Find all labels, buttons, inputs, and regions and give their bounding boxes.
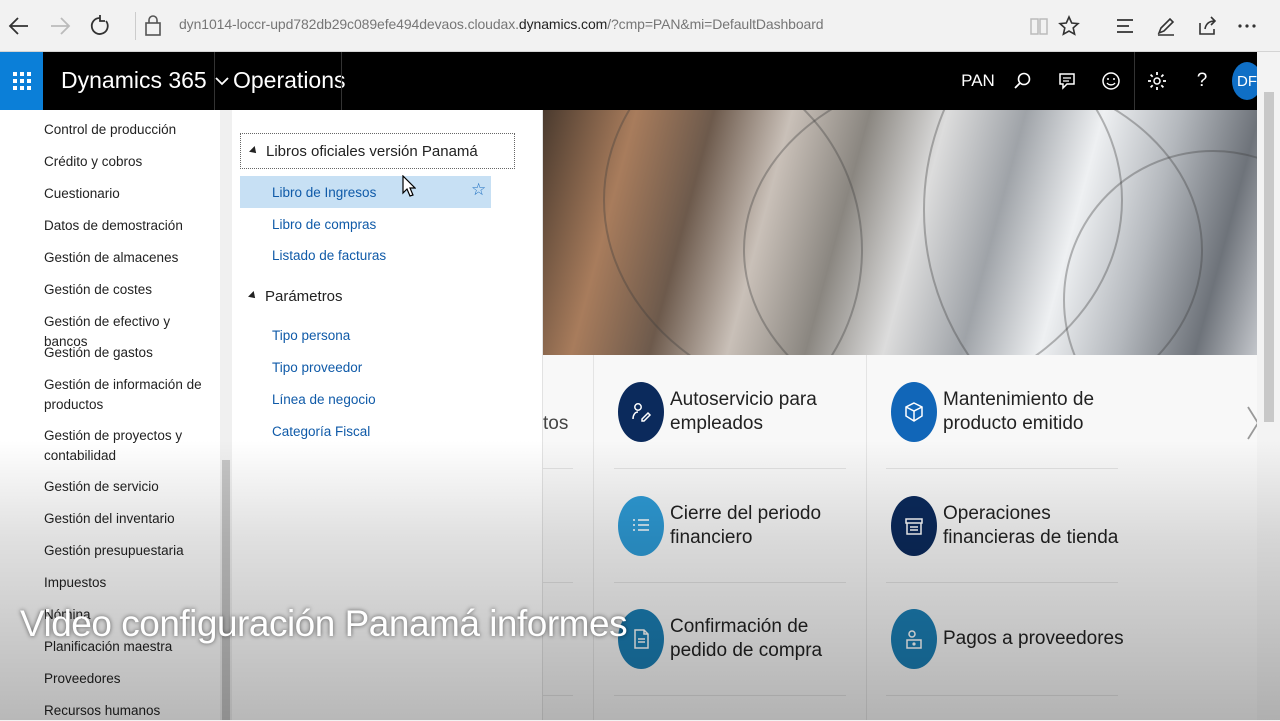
video-caption: Video configuración Panamá informes [20, 603, 628, 644]
list-icon [618, 496, 664, 556]
tile-label: Operaciones financieras de tienda [943, 503, 1119, 548]
link-libro-ingresos[interactable]: Libro de Ingresos [272, 183, 376, 203]
group-libros-oficiales[interactable]: Libros oficiales versión Panamá [240, 133, 515, 169]
url-domain: dynamics.com [518, 16, 608, 32]
tile-rule [543, 582, 573, 583]
page-scrollbar[interactable] [1257, 52, 1280, 720]
tile-partial-label: tos [543, 413, 569, 434]
person-edit-icon [618, 382, 664, 442]
hub-icon[interactable] [1109, 10, 1141, 42]
nav-module-item[interactable]: Impuestos [44, 573, 214, 593]
tile-rule [614, 695, 846, 696]
favorite-star-icon[interactable] [1053, 10, 1085, 42]
box-icon [891, 382, 937, 442]
app-name: Dynamics 365 [61, 67, 207, 93]
url-suffix: /?cmp=PAN&mi=DefaultDashboard [607, 16, 824, 32]
tile-label: Pagos a proveedores [943, 628, 1124, 649]
tile-label: Confirmación de pedido de compra [670, 616, 823, 661]
tile-rule [543, 468, 573, 469]
mouse-cursor-icon [402, 175, 416, 197]
forward-icon[interactable] [44, 10, 76, 42]
app-header: Dynamics 365 Operations PAN ? DF [0, 52, 1280, 110]
favorite-star-icon[interactable]: ☆ [471, 180, 486, 200]
header-divider [1134, 52, 1135, 110]
link-tipo-proveedor[interactable]: Tipo proveedor [272, 358, 362, 378]
nav-module-item[interactable]: Control de producción [44, 120, 214, 140]
more-icon[interactable] [1231, 10, 1263, 42]
reading-view-icon[interactable] [1023, 10, 1055, 42]
tile-pagos-proveedores[interactable]: Pagos a proveedores [891, 609, 1133, 669]
link-categoria-fiscal[interactable]: Categoría Fiscal [272, 422, 370, 442]
tile-rule [614, 582, 846, 583]
nav-module-item[interactable]: Gestión presupuestaria [44, 541, 214, 561]
refresh-icon[interactable] [84, 10, 116, 42]
group-title: Parámetros [265, 287, 343, 305]
collapse-triangle-icon [249, 146, 259, 156]
link-listado-facturas[interactable]: Listado de facturas [272, 246, 386, 266]
nav-module-item[interactable]: Proveedores [44, 669, 214, 689]
nav-module-item[interactable]: Datos de demostración [44, 216, 214, 236]
search-icon[interactable] [1004, 52, 1040, 110]
settings-gear-icon[interactable] [1139, 52, 1175, 110]
tile-cierre-periodo[interactable]: Cierre del periodo financiero [618, 496, 860, 556]
web-note-icon[interactable] [1150, 10, 1182, 42]
tile-rule [543, 695, 573, 696]
help-icon[interactable]: ? [1184, 52, 1220, 110]
feedback-smiley-icon[interactable] [1093, 52, 1129, 110]
share-icon[interactable] [1191, 10, 1223, 42]
tile-operaciones-tienda[interactable]: Operaciones financieras de tienda [891, 496, 1133, 556]
group-title: Libros oficiales versión Panamá [266, 142, 478, 160]
tile-column-divider [593, 355, 594, 720]
tile-confirmacion-pedido[interactable]: Confirmación de pedido de compra [618, 609, 860, 669]
nav-module-item[interactable]: Gestión de gastos [44, 343, 214, 363]
nav-module-item[interactable]: Gestión de costes [44, 280, 214, 300]
tile-column-divider [866, 355, 867, 720]
link-linea-negocio[interactable]: Línea de negocio [272, 390, 376, 410]
nav-scrollbar-thumb[interactable] [222, 460, 230, 720]
group-parametros[interactable]: Parámetros [240, 278, 515, 314]
nav-module-item[interactable]: Gestión de servicio [44, 477, 214, 497]
payment-icon [891, 609, 937, 669]
app-name-button[interactable]: Dynamics 365 [61, 67, 229, 94]
store-icon [891, 496, 937, 556]
nav-module-item[interactable]: Gestión del inventario [44, 509, 214, 529]
collapse-triangle-icon [248, 291, 258, 301]
tile-mantenimiento-producto[interactable]: Mantenimiento de producto emitido [891, 382, 1133, 442]
tile-label: Cierre del periodo financiero [670, 503, 822, 548]
page-scrollbar-thumb[interactable] [1264, 92, 1274, 422]
address-bar[interactable]: dyn1014-loccr-upd782db29c089efe494devaos… [179, 16, 824, 32]
chevron-down-icon [215, 76, 229, 85]
module-title: Operations [233, 67, 346, 93]
tile-label: Mantenimiento de producto emitido [943, 389, 1095, 434]
nav-module-item[interactable]: Cuestionario [44, 184, 214, 204]
tile-rule [886, 468, 1118, 469]
nav-module-item[interactable]: Recursos humanos [44, 701, 214, 721]
link-tipo-persona[interactable]: Tipo persona [272, 326, 350, 346]
tile-rule [886, 695, 1118, 696]
address-divider [135, 12, 136, 40]
nav-module-item[interactable]: Crédito y cobros [44, 152, 214, 172]
link-libro-compras[interactable]: Libro de compras [272, 215, 376, 235]
nav-module-item[interactable]: Gestión de proyectos y contabilidad [44, 426, 214, 466]
tile-label: Autoservicio para empleados [670, 389, 817, 434]
lock-icon[interactable] [144, 14, 164, 38]
tile-rule [614, 468, 846, 469]
header-divider [341, 52, 342, 110]
browser-toolbar: dyn1014-loccr-upd782db29c089efe494devaos… [0, 0, 1280, 52]
tile-autoservicio-empleados[interactable]: Autoservicio para empleados [618, 382, 860, 442]
dashboard-hero-image [543, 110, 1257, 355]
app-launcher-icon[interactable] [0, 52, 43, 110]
nav-module-item[interactable]: Gestión de información de productos [44, 375, 214, 415]
tile-rule [886, 582, 1118, 583]
company-picker[interactable]: PAN [952, 52, 1004, 110]
nav-module-item[interactable]: Gestión de almacenes [44, 248, 214, 268]
header-divider [214, 52, 215, 110]
url-prefix: dyn1014-loccr-upd782db29c089efe494devaos… [179, 16, 519, 32]
back-icon[interactable] [3, 10, 35, 42]
messages-icon[interactable] [1049, 52, 1085, 110]
